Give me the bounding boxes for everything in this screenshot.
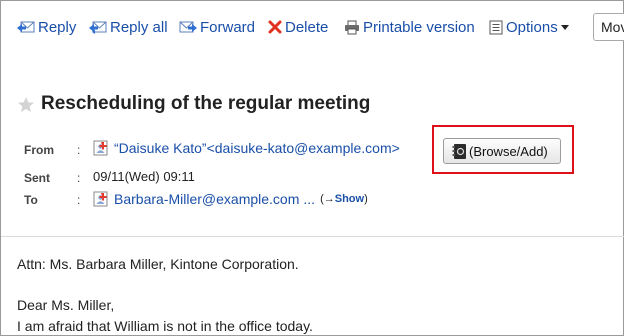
to-address-link[interactable]: Barbara-Miller@example.com (114, 191, 299, 207)
reply-all-icon (89, 21, 107, 34)
sent-colon: : (77, 171, 81, 185)
list-icon (489, 20, 503, 34)
caret-down-icon (560, 25, 569, 30)
address-book-icon (452, 143, 466, 159)
move-folder-select[interactable]: Mov (593, 13, 624, 41)
show-recipients-link[interactable]: Show (335, 193, 364, 205)
reply-icon (17, 21, 35, 33)
browse-add-button[interactable]: (Browse/Add) (443, 138, 561, 164)
message-subject: Rescheduling of the regular meeting (41, 93, 371, 114)
from-field: “Daisuke Kato”<daisuke-kato@example.com> (93, 140, 400, 156)
printer-icon (345, 20, 359, 34)
forward-button[interactable]: Forward (179, 17, 255, 37)
body-line-content: I am afraid that William is not in the o… (17, 318, 313, 334)
forward-icon (179, 21, 197, 33)
add-contact-icon[interactable] (93, 191, 109, 207)
to-field: Barbara-Miller@example.com ... (→ Show ) (93, 191, 368, 207)
from-label: From (24, 143, 54, 157)
delete-button[interactable]: Delete (268, 17, 328, 37)
add-contact-icon[interactable] (93, 140, 109, 156)
forward-label: Forward (200, 18, 256, 36)
subject-row: Rescheduling of the regular meeting (17, 93, 370, 115)
sent-value: 09/11(Wed) 09:11 (93, 169, 195, 184)
to-colon: : (77, 193, 81, 207)
options-label: Options (506, 18, 558, 36)
delete-label: Delete (285, 18, 329, 36)
reply-label: Reply (38, 18, 77, 36)
star-icon[interactable] (17, 96, 35, 113)
show-prefix: (→ (320, 193, 335, 205)
body-line-greeting: Dear Ms. Miller, (17, 297, 115, 313)
header-body-divider (1, 236, 624, 237)
browse-add-label: (Browse/Add) (469, 143, 548, 159)
sent-label: Sent (24, 171, 51, 185)
to-label: To (24, 193, 38, 207)
printable-version-button[interactable]: Printable version (344, 17, 475, 37)
reply-button[interactable]: Reply (17, 17, 76, 37)
reply-all-button[interactable]: Reply all (89, 17, 168, 37)
reply-all-label: Reply all (110, 18, 168, 36)
body-line-attn: Attn: Ms. Barbara Miller, Kintone Corpor… (17, 256, 299, 272)
from-address-link[interactable]: “Daisuke Kato”<daisuke-kato@example.com> (114, 140, 400, 156)
show-suffix: ) (364, 193, 368, 205)
delete-icon (268, 20, 282, 34)
from-colon: : (77, 143, 81, 157)
to-more-ellipsis: ... (303, 191, 316, 207)
printable-version-label: Printable version (363, 18, 475, 36)
toolbar: Reply Reply all Forward Delete Printable… (1, 1, 624, 51)
options-menu[interactable]: Options (489, 17, 573, 37)
